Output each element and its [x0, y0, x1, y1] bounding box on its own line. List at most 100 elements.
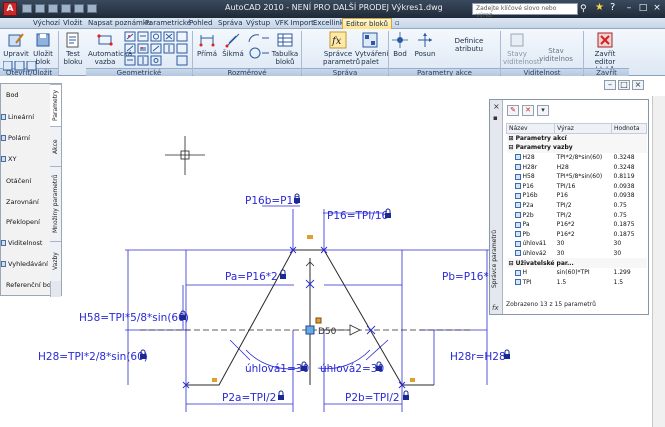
- table-row[interactable]: H58 TPI*5/8*sin(60) 0.8119: [507, 172, 647, 182]
- tab-editor-bloku[interactable]: Editor bloků: [342, 18, 392, 29]
- block-editor-mini-toolbar[interactable]: [3, 61, 39, 71]
- table-row[interactable]: P16 TPI/16 0.0938: [507, 181, 647, 191]
- search-icon[interactable]: ⚲: [580, 3, 590, 15]
- tab-extra[interactable]: ▫: [392, 18, 403, 29]
- favorites-icon[interactable]: ★: [595, 2, 604, 13]
- palette-item-referencni-bod[interactable]: Referenční bod: [6, 281, 56, 289]
- prima-button[interactable]: Přímá: [195, 31, 219, 58]
- drawing-minimize-button[interactable]: –: [604, 80, 616, 90]
- upravit-button[interactable]: Upravit: [3, 31, 29, 58]
- dim-label-pa[interactable]: Pa=P16*2: [225, 271, 278, 283]
- posun-button[interactable]: Posun: [414, 31, 436, 58]
- dim-label-p2b[interactable]: P2b=TPI/2: [345, 392, 400, 404]
- table-row[interactable]: Hsin(60)*TPI 1.299: [507, 268, 647, 278]
- table-group-row[interactable]: ⊞ Parametry akcí: [506, 133, 647, 144]
- column-header-vyraz[interactable]: Výraz: [554, 123, 613, 134]
- spravce-parametru-button[interactable]: fx Správce parametrů: [323, 31, 360, 66]
- lookup-grip[interactable]: [315, 317, 322, 324]
- dim-label-h28r[interactable]: H28r=H28: [450, 351, 506, 363]
- palette-item-preklopeni[interactable]: Překlopení: [6, 218, 56, 226]
- vytvareni-palet-button[interactable]: Vytváření palet: [355, 31, 388, 66]
- tab-sprava[interactable]: Správa: [215, 18, 246, 29]
- dimension-small-icons[interactable]: [247, 33, 271, 65]
- palette-item-polarni[interactable]: Polární: [1, 134, 51, 142]
- save-icon[interactable]: [48, 4, 58, 13]
- table-row[interactable]: P2b TPI/2 0.75: [507, 210, 647, 220]
- constraint-bar-icon: [410, 378, 415, 382]
- stav-viditelnosti-dropdown[interactable]: Stav viditelnos: [533, 47, 579, 63]
- drawing-close-button[interactable]: ×: [632, 80, 644, 90]
- tabulka-bloku-button[interactable]: Tabulka bloků: [271, 31, 299, 66]
- point-parameter-icon: [392, 32, 408, 48]
- parameter-icon: [514, 154, 521, 161]
- palette-tab-mnoziny[interactable]: Množiny parametrů: [50, 166, 61, 241]
- filter-icon[interactable]: ▾: [537, 105, 549, 116]
- dim-label-p16b[interactable]: P16b=P16: [245, 195, 300, 207]
- maximize-button[interactable]: □: [636, 2, 650, 14]
- dim-label-h28[interactable]: H28=TPI*2/8*sin(60): [38, 351, 148, 363]
- column-header-hodnota[interactable]: Hodnota: [611, 123, 647, 134]
- table-row[interactable]: úhlová2 30 30: [507, 249, 647, 259]
- bod-button[interactable]: Bod: [390, 31, 410, 58]
- minimize-button[interactable]: –: [622, 2, 636, 14]
- sikma-button[interactable]: Šikmá: [221, 31, 245, 58]
- table-group-row[interactable]: ⊟ Parametry vazby: [506, 143, 647, 153]
- group-label: ⊞ Parametry akcí: [506, 133, 647, 144]
- test-bloku-button[interactable]: Test bloku: [60, 31, 86, 66]
- ribbon-panel: Upravit Uložit blok Test bloku Automatic…: [0, 29, 665, 77]
- close-button[interactable]: ×: [650, 2, 664, 14]
- close-icon[interactable]: ×: [493, 102, 500, 111]
- palette-item-vyhledavani[interactable]: Vyhledávání: [1, 260, 51, 268]
- autocad-logo-icon[interactable]: A: [3, 2, 17, 16]
- palette-item-xy[interactable]: XY: [1, 155, 51, 163]
- table-row[interactable]: H28r H28 0.3248: [507, 162, 647, 172]
- table-row[interactable]: P2a TPI/2 0.75: [507, 201, 647, 211]
- search-input[interactable]: Zadejte klíčové slovo nebo výraz: [472, 3, 578, 19]
- geometric-constraints-icons[interactable]: [124, 31, 190, 67]
- palette-item-zarovnani[interactable]: Zarovnání: [6, 198, 56, 206]
- palette-tab-vazby[interactable]: Vazby: [50, 241, 61, 281]
- column-header-nazev[interactable]: Název: [505, 123, 556, 134]
- stavy-viditelnosti-button[interactable]: Stavy viditelnosti: [503, 31, 542, 66]
- dim-label-uhlova1[interactable]: úhlová1=30: [245, 363, 309, 375]
- cell-hodnota: 0.0938: [613, 192, 635, 200]
- delete-parameter-icon[interactable]: ✕: [522, 105, 534, 116]
- new-icon[interactable]: [22, 4, 32, 13]
- table-row[interactable]: úhlová1 30 30: [507, 239, 647, 249]
- help-icon[interactable]: ?: [610, 2, 615, 13]
- table-row[interactable]: P16b P16 0.0938: [507, 191, 647, 201]
- palette-item-bod[interactable]: Bod: [6, 91, 56, 99]
- automaticka-vazba-button[interactable]: Automatická vazba: [88, 31, 132, 66]
- dim-label-h58[interactable]: H58=TPI*5/8*sin(60): [79, 312, 189, 324]
- table-row[interactable]: Pb P16*2 0.1875: [507, 229, 647, 239]
- tab-vlozit[interactable]: Vložit: [60, 18, 85, 29]
- palette-item-otaceni[interactable]: Otáčení: [6, 177, 56, 185]
- table-row[interactable]: Pa P16*2 0.1875: [507, 220, 647, 230]
- pin-icon[interactable]: ▪: [493, 114, 498, 122]
- dim-label-p16[interactable]: P16=TPI/16: [327, 210, 389, 222]
- drawing-maximize-button[interactable]: □: [618, 80, 630, 90]
- tab-vychozi[interactable]: Výchozí: [30, 18, 63, 29]
- dim-label-pb[interactable]: Pb=P16*2: [442, 271, 495, 283]
- palette-item-viditelnost[interactable]: Viditelnost: [1, 239, 51, 247]
- base-point-grip[interactable]: [305, 325, 315, 335]
- dim-label-uhlova2[interactable]: úhlová2=30: [320, 363, 384, 375]
- definice-atributu-button[interactable]: Definice atributu: [443, 37, 495, 53]
- palette-item-linearni[interactable]: Lineární: [1, 113, 51, 121]
- print-icon[interactable]: [87, 4, 97, 13]
- undo-icon[interactable]: [61, 4, 71, 13]
- palette-tab-akce[interactable]: Akce: [50, 126, 61, 166]
- vertical-scrollbar[interactable]: [652, 96, 665, 427]
- palette-tab-parametry[interactable]: Parametry: [50, 84, 61, 126]
- redo-icon[interactable]: [74, 4, 84, 13]
- parameter-icon: [514, 183, 521, 190]
- tab-pohled[interactable]: Pohled: [186, 18, 215, 29]
- table-row[interactable]: TPI 1.5 1.5: [507, 277, 647, 287]
- dim-label-p2a[interactable]: P2a=TPI/2: [222, 392, 276, 404]
- new-parameter-icon[interactable]: ✎: [507, 105, 519, 116]
- tab-vystup[interactable]: Výstup: [243, 18, 273, 29]
- parameter-icon: [514, 221, 521, 228]
- table-group-row[interactable]: ⊟ Uživatelské par...: [506, 258, 647, 268]
- table-row[interactable]: H28 TPI*2/8*sin(60) 0.3248: [507, 153, 647, 163]
- open-icon[interactable]: [35, 4, 45, 13]
